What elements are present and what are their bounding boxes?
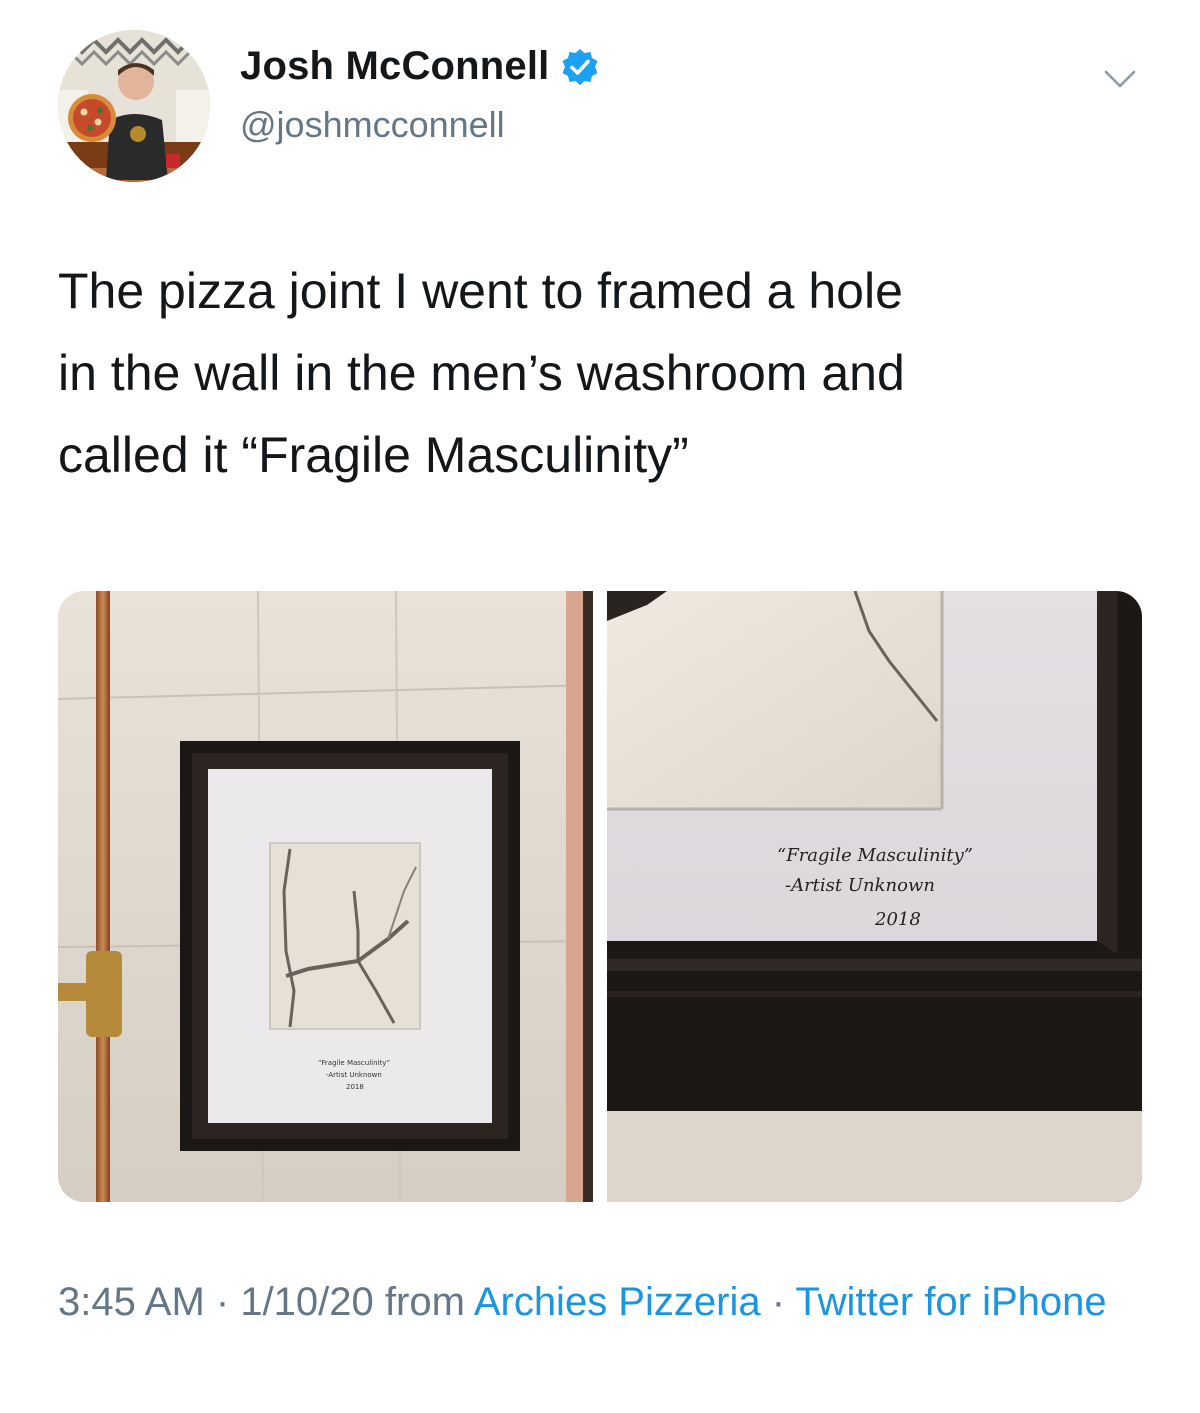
- photo-caption-closeup[interactable]: “Fragile Masculinity” -Artist Unknown 20…: [607, 591, 1142, 1202]
- avatar[interactable]: [58, 30, 210, 182]
- meta-separator: ·: [204, 1280, 241, 1324]
- photo1-caption-line-2: -Artist Unknown: [326, 1071, 382, 1079]
- photo2-caption-line-2: -Artist Unknown: [785, 875, 935, 896]
- tweet-date[interactable]: 1/10/20: [240, 1280, 373, 1324]
- photo2-caption-line-1: “Fragile Masculinity”: [777, 845, 973, 866]
- photo2-caption-line-3: 2018: [874, 909, 921, 930]
- author-handle[interactable]: @joshmcconnell: [240, 104, 505, 146]
- from-word: from: [373, 1280, 474, 1324]
- photo1-caption-line-3: 2018: [346, 1083, 364, 1091]
- verified-badge-icon: [560, 47, 600, 87]
- client-link[interactable]: Twitter for iPhone: [795, 1280, 1106, 1324]
- photo1-caption-line-1: “Fragile Masculinity”: [318, 1059, 390, 1067]
- meta-separator: ·: [760, 1280, 796, 1324]
- display-name[interactable]: Josh McConnell: [240, 44, 550, 89]
- author-name-row: Josh McConnell: [240, 44, 600, 89]
- tweet-meta: 3:45 AM · 1/10/20 from Archies Pizzeria …: [58, 1270, 1158, 1334]
- tweet-time[interactable]: 3:45 AM: [58, 1280, 205, 1324]
- avatar-image: [58, 30, 210, 182]
- chevron-down-icon[interactable]: [1098, 60, 1142, 96]
- location-link[interactable]: Archies Pizzeria: [474, 1280, 761, 1324]
- media-grid: “Fragile Masculinity” -Artist Unknown 20…: [58, 591, 1142, 1202]
- photo-framed-hole-wide[interactable]: “Fragile Masculinity” -Artist Unknown 20…: [58, 591, 593, 1202]
- tweet-text: The pizza joint I went to framed a hole …: [58, 263, 905, 483]
